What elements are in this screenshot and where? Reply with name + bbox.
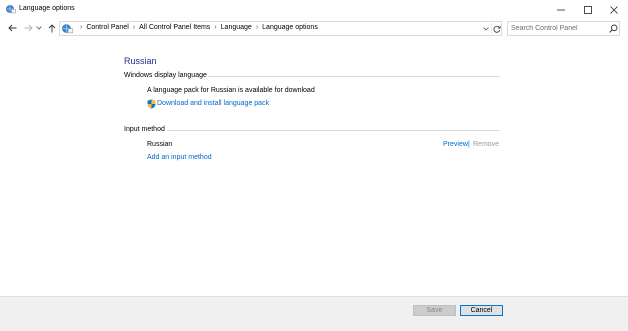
breadcrumb: › Control Panel › All Control Panel Item…	[76, 24, 318, 31]
maximize-icon	[584, 5, 592, 14]
save-button[interactable]: Save	[413, 305, 456, 316]
address-bar[interactable]: › Control Panel › All Control Panel Item…	[59, 21, 502, 36]
recent-locations-button[interactable]	[35, 22, 43, 34]
refresh-button[interactable]	[491, 23, 501, 34]
up-button[interactable]	[46, 22, 58, 34]
chevron-right-icon: ›	[255, 24, 259, 31]
close-button[interactable]	[601, 2, 627, 17]
download-language-pack-link[interactable]: Download and install language pack	[157, 100, 269, 107]
refresh-icon	[493, 25, 501, 33]
chevron-down-icon	[482, 26, 489, 31]
title-bar: Language options	[0, 0, 628, 19]
chevron-right-icon: ›	[132, 24, 136, 31]
add-input-method-link[interactable]: Add an input method	[147, 154, 212, 161]
section-label-input-method: Input method	[124, 126, 165, 133]
minimize-button[interactable]	[548, 2, 574, 17]
language-pack-message: A language pack for Russian is available…	[147, 87, 315, 94]
breadcrumb-language[interactable]: Language	[221, 24, 252, 31]
language-globe-icon	[6, 5, 16, 14]
arrow-up-icon	[48, 23, 56, 32]
section-divider	[208, 76, 500, 77]
chevron-right-icon: ›	[214, 24, 217, 31]
cancel-button[interactable]: Cancel	[460, 305, 503, 316]
breadcrumb-language-options[interactable]: Language options	[262, 24, 318, 31]
section-divider	[167, 130, 500, 131]
navigation-bar: › Control Panel › All Control Panel Item…	[0, 19, 628, 38]
page-title: Russian	[124, 56, 157, 66]
breadcrumb-all-items[interactable]: All Control Panel Items	[139, 24, 210, 31]
section-label-display-language: Windows display language	[124, 72, 207, 79]
forward-button[interactable]	[22, 22, 34, 34]
close-icon	[610, 5, 618, 14]
arrow-left-icon	[7, 24, 16, 32]
search-box[interactable]	[507, 21, 620, 36]
search-icon[interactable]	[609, 24, 618, 33]
window-title: Language options	[19, 5, 75, 12]
back-button[interactable]	[6, 22, 18, 34]
input-method-name: Russian	[147, 141, 173, 148]
minimize-icon	[557, 9, 565, 10]
link-separator: |	[468, 141, 470, 148]
arrow-right-icon	[24, 24, 33, 32]
chevron-down-icon	[36, 26, 42, 30]
language-globe-icon	[62, 24, 73, 34]
chevron-right-icon: ›	[80, 24, 83, 31]
breadcrumb-control-panel[interactable]: Control Panel	[86, 24, 128, 31]
preview-link[interactable]: Preview	[443, 141, 468, 148]
search-input[interactable]	[511, 23, 607, 34]
maximize-button[interactable]	[575, 2, 601, 17]
uac-shield-icon	[147, 99, 156, 109]
remove-link: Remove	[473, 141, 500, 148]
footer-bar: Save Cancel	[0, 296, 628, 331]
address-history-button[interactable]	[481, 23, 490, 34]
